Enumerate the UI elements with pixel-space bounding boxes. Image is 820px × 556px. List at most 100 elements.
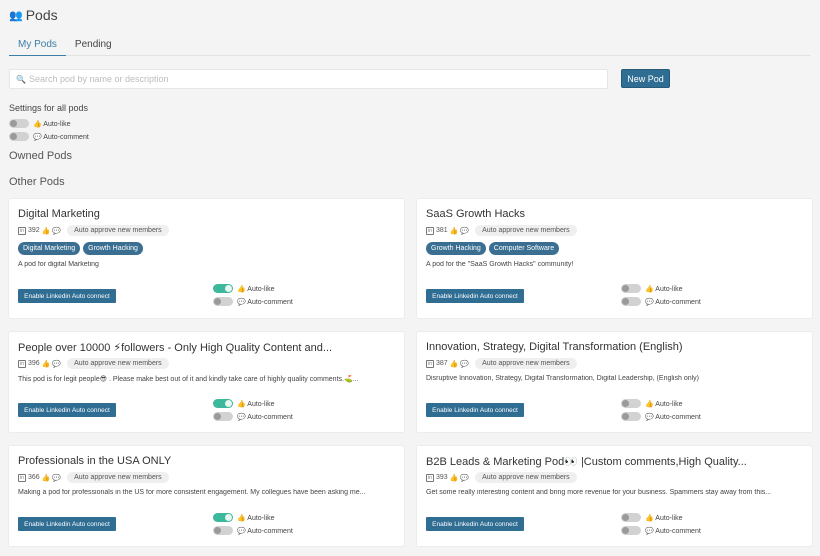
settings-title: Settings for all pods (9, 103, 89, 113)
global-auto-like: 👍 Auto-like (9, 119, 71, 128)
pod-auto-comment-label: 💬 Auto-comment (237, 413, 293, 421)
pod-toggles: 👍 Auto-like 💬 Auto-comment (621, 513, 701, 535)
auto-approve-badge: Auto approve new members (67, 225, 169, 236)
global-auto-comment-label: 💬 Auto-comment (33, 133, 89, 141)
pod-card: SaaS Growth Hacks in 381 👍 💬 Auto approv… (417, 199, 812, 318)
pod-tags: Digital Marketing Growth Hacking (18, 242, 143, 255)
pod-auto-like: 👍 Auto-like (213, 284, 293, 293)
comment-icon: 💬 (52, 227, 62, 235)
pod-auto-comment: 💬 Auto-comment (621, 412, 701, 421)
pod-auto-like-label: 👍 Auto-like (237, 400, 275, 408)
enable-auto-connect-button[interactable]: Enable Linkedin Auto connect (426, 517, 524, 531)
member-count: 366 (28, 474, 40, 481)
pod-auto-comment-toggle[interactable] (213, 297, 233, 306)
member-count: 387 (436, 360, 448, 367)
enable-auto-connect-button[interactable]: Enable Linkedin Auto connect (18, 403, 116, 417)
auto-approve-badge: Auto approve new members (67, 472, 169, 483)
thumbs-up-icon: 👍 (41, 227, 51, 235)
enable-auto-connect-button[interactable]: Enable Linkedin Auto connect (18, 517, 116, 531)
pod-meta: in 381 👍 💬 Auto approve new members (426, 225, 577, 236)
search-input[interactable] (28, 74, 589, 84)
pod-auto-comment-toggle[interactable] (621, 412, 641, 421)
linkedin-icon: in (18, 473, 26, 482)
auto-approve-badge: Auto approve new members (67, 358, 169, 369)
new-pod-button[interactable]: New Pod (621, 69, 670, 88)
pod-card: B2B Leads & Marketing Pod👀 |Custom comme… (417, 446, 812, 546)
enable-auto-connect-button[interactable]: Enable Linkedin Auto connect (426, 289, 524, 303)
pod-auto-like-label: 👍 Auto-like (645, 514, 683, 522)
tab-pending[interactable]: Pending (66, 33, 121, 56)
pod-auto-like-label: 👍 Auto-like (645, 285, 683, 293)
thumbs-up-icon: 👍 (449, 474, 459, 482)
enable-auto-connect-button[interactable]: Enable Linkedin Auto connect (18, 289, 116, 303)
pod-tag[interactable]: Computer Software (488, 242, 560, 255)
pod-auto-like-toggle[interactable] (621, 399, 641, 408)
pod-title[interactable]: Digital Marketing (18, 208, 100, 220)
pod-title[interactable]: Professionals in the USA ONLY (18, 455, 171, 467)
tab-my-pods[interactable]: My Pods (9, 33, 66, 56)
linkedin-icon: in (426, 473, 434, 482)
pod-title[interactable]: B2B Leads & Marketing Pod👀 |Custom comme… (426, 455, 747, 468)
page-title-text: Pods (25, 7, 58, 23)
pod-auto-comment-toggle[interactable] (621, 526, 641, 535)
global-auto-like-label: 👍 Auto-like (33, 120, 71, 128)
global-auto-like-toggle[interactable] (9, 119, 29, 128)
auto-approve-badge: Auto approve new members (475, 225, 577, 236)
pod-meta: in 366 👍 💬 Auto approve new members (18, 472, 169, 483)
pod-auto-like-toggle[interactable] (213, 399, 233, 408)
thumbs-up-icon: 👍 (449, 227, 459, 235)
pod-auto-comment-toggle[interactable] (213, 412, 233, 421)
pod-tag[interactable]: Growth Hacking (83, 242, 143, 255)
pod-title[interactable]: SaaS Growth Hacks (426, 208, 525, 220)
pod-auto-like: 👍 Auto-like (621, 399, 701, 408)
pod-meta: in 392 👍 💬 Auto approve new members (18, 225, 169, 236)
global-auto-comment-toggle[interactable] (9, 132, 29, 141)
pod-toggles: 👍 Auto-like 💬 Auto-comment (213, 284, 293, 306)
pod-auto-comment-toggle[interactable] (621, 297, 641, 306)
pod-title[interactable]: Innovation, Strategy, Digital Transforma… (426, 341, 683, 353)
pod-title[interactable]: People over 10000 ⚡followers - Only High… (18, 341, 332, 354)
pod-toggles: 👍 Auto-like 💬 Auto-comment (213, 513, 293, 535)
pod-tags: Growth Hacking Computer Software (426, 242, 560, 255)
member-count: 393 (436, 474, 448, 481)
thumbs-up-icon: 👍 (41, 474, 51, 482)
pod-auto-comment-label: 💬 Auto-comment (237, 298, 293, 306)
pod-card: Digital Marketing in 392 👍 💬 Auto approv… (9, 199, 404, 318)
pod-description: Making a pod for professionals in the US… (18, 489, 366, 496)
pod-auto-comment: 💬 Auto-comment (621, 297, 701, 306)
pod-auto-like-toggle[interactable] (213, 513, 233, 522)
comment-icon: 💬 (460, 227, 470, 235)
enable-auto-connect-button[interactable]: Enable Linkedin Auto connect (426, 403, 524, 417)
pod-card: Innovation, Strategy, Digital Transforma… (417, 332, 812, 432)
comment-icon: 💬 (52, 360, 62, 368)
pod-auto-like: 👍 Auto-like (213, 399, 293, 408)
member-count: 381 (436, 227, 448, 234)
pod-toggles: 👍 Auto-like 💬 Auto-comment (621, 284, 701, 306)
thumbs-up-icon: 👍 (41, 360, 51, 368)
pod-tag[interactable]: Digital Marketing (18, 242, 81, 255)
pod-meta: in 393 👍 💬 Auto approve new members (426, 472, 577, 483)
auto-approve-badge: Auto approve new members (475, 472, 577, 483)
pod-auto-like-label: 👍 Auto-like (237, 285, 275, 293)
search-icon: 🔍 (16, 74, 26, 84)
pod-auto-like-toggle[interactable] (621, 513, 641, 522)
pod-description: This pod is for legit people😎 . Please m… (18, 376, 359, 383)
pod-toggles: 👍 Auto-like 💬 Auto-comment (213, 399, 293, 421)
pod-description: A pod for digital Marketing (18, 261, 99, 268)
pod-toggles: 👍 Auto-like 💬 Auto-comment (621, 399, 701, 421)
pod-auto-comment-toggle[interactable] (213, 526, 233, 535)
comment-icon: 💬 (460, 360, 470, 368)
auto-approve-badge: Auto approve new members (475, 358, 577, 369)
pod-auto-like: 👍 Auto-like (621, 513, 701, 522)
people-icon: 👥 (9, 9, 23, 22)
linkedin-icon: in (18, 226, 26, 235)
pod-auto-like-toggle[interactable] (213, 284, 233, 293)
pod-description: Disruptive Innovation, Strategy, Digital… (426, 375, 699, 382)
pod-meta: in 387 👍 💬 Auto approve new members (426, 358, 577, 369)
tab-bar: My Pods Pending (9, 33, 811, 56)
pod-auto-comment: 💬 Auto-comment (213, 526, 293, 535)
pod-auto-like-toggle[interactable] (621, 284, 641, 293)
pod-card: Professionals in the USA ONLY in 366 👍 💬… (9, 446, 404, 546)
pod-tag[interactable]: Growth Hacking (426, 242, 486, 255)
pod-card: People over 10000 ⚡followers - Only High… (9, 332, 404, 432)
